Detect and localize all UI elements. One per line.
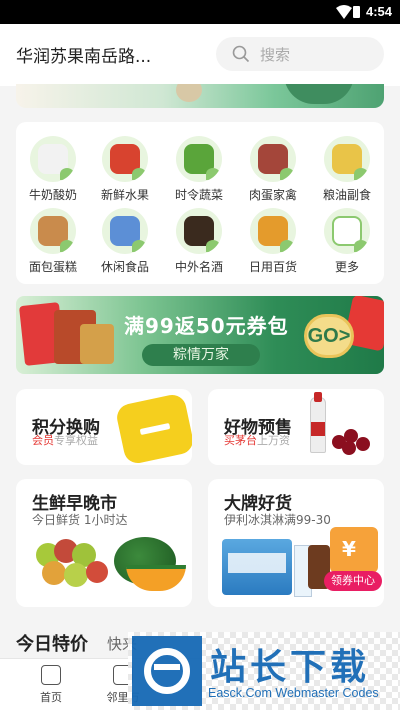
- category-icon: [324, 208, 370, 254]
- category-item[interactable]: 面包蛋糕: [18, 208, 88, 275]
- category-item[interactable]: 肉蛋家禽: [238, 136, 308, 203]
- category-icon: [324, 136, 370, 182]
- category-icon: [176, 208, 222, 254]
- category-label: 新鲜水果: [100, 188, 149, 202]
- cherries-image: [332, 425, 374, 457]
- promo-goods-image: [16, 296, 116, 374]
- category-label: 中外名酒: [174, 260, 223, 274]
- promo-banner[interactable]: 满99返50元券包 粽情万家 GO>: [16, 296, 384, 374]
- melon-slice-image: [126, 565, 186, 591]
- banner-decoration: [176, 84, 202, 102]
- search-icon: [232, 45, 250, 63]
- wifi-icon: [336, 5, 352, 19]
- liquor-bottle-image: [310, 392, 326, 453]
- store-location[interactable]: 华润苏果南岳路...: [16, 42, 151, 67]
- category-label: 更多: [334, 260, 359, 274]
- watermark: 站长下载 Easck.Com Webmaster Codes: [128, 632, 400, 710]
- battery-icon: [353, 6, 360, 18]
- presale-card[interactable]: 好物预售 买茅台上万资: [208, 389, 384, 465]
- promo-go-button[interactable]: GO>: [304, 314, 354, 358]
- fresh-market-card[interactable]: 生鲜早晚市 今日鲜货 1小时达: [16, 479, 192, 607]
- category-label: 时令蔬菜: [174, 188, 223, 202]
- fresh-card-subtitle: 今日鲜货 1小时达: [32, 513, 128, 527]
- today-deals-title: 今日特价: [16, 634, 88, 655]
- category-item[interactable]: 更多: [312, 208, 382, 275]
- category-label: 粮油副食: [322, 188, 371, 202]
- category-label: 休闲食品: [100, 260, 149, 274]
- category-icon: [250, 136, 296, 182]
- category-item[interactable]: 粮油副食: [312, 136, 382, 203]
- category-label: 日用百货: [248, 260, 297, 274]
- promo-subtitle: 粽情万家: [142, 344, 260, 366]
- home-icon: [41, 665, 61, 685]
- category-item[interactable]: 时令蔬菜: [164, 136, 234, 203]
- points-coin-icon: [114, 392, 192, 465]
- category-label: 肉蛋家禽: [248, 188, 297, 202]
- tab-home[interactable]: 首页: [16, 665, 86, 705]
- search-box[interactable]: 搜索: [216, 37, 384, 71]
- promo-title: 满99返50元券包: [124, 314, 289, 338]
- status-time: 4:54: [365, 4, 392, 19]
- header: 华润苏果南岳路... 搜索: [0, 24, 400, 86]
- category-item[interactable]: 牛奶酸奶: [18, 136, 88, 203]
- category-item[interactable]: 中外名酒: [164, 208, 234, 275]
- watermark-logo-icon: [132, 636, 202, 706]
- category-item[interactable]: 日用百货: [238, 208, 308, 275]
- category-grid: 牛奶酸奶 新鲜水果 时令蔬菜 肉蛋家禽 粮油副食面包蛋糕 休闲食品 中外名酒 日用百货 更多: [16, 122, 384, 284]
- brand-goods-card[interactable]: 大牌好货 伊利冰淇淋满99-30 ¥ 领券中心: [208, 479, 384, 607]
- category-icon: [176, 136, 222, 182]
- category-item[interactable]: 新鲜水果: [90, 136, 160, 203]
- watermark-url: Easck.Com Webmaster Codes: [208, 686, 379, 700]
- category-item[interactable]: 休闲食品: [90, 208, 160, 275]
- points-card-subtitle: 会员专享权益: [32, 434, 98, 447]
- ice-cream-box-image: [222, 539, 292, 595]
- presale-card-subtitle: 买茅台上万资: [224, 434, 290, 447]
- watermark-title: 站长下载: [210, 647, 371, 688]
- coupon-center-badge[interactable]: 领券中心: [324, 571, 382, 591]
- brand-card-subtitle: 伊利冰淇淋满99-30: [224, 513, 331, 527]
- coupon-icon: ¥: [330, 527, 378, 573]
- banner-decoration: [284, 84, 354, 104]
- top-banner[interactable]: [16, 84, 384, 108]
- category-icon: [102, 136, 148, 182]
- tab-home-label: 首页: [40, 691, 62, 704]
- points-exchange-card[interactable]: 积分换购 会员专享权益: [16, 389, 192, 465]
- status-bar: 4:54: [0, 0, 400, 24]
- category-label: 牛奶酸奶: [28, 188, 77, 202]
- category-icon: [30, 208, 76, 254]
- category-icon: [250, 208, 296, 254]
- category-icon: [30, 136, 76, 182]
- category-label: 面包蛋糕: [28, 260, 77, 274]
- category-icon: [102, 208, 148, 254]
- search-placeholder: 搜索: [260, 46, 291, 64]
